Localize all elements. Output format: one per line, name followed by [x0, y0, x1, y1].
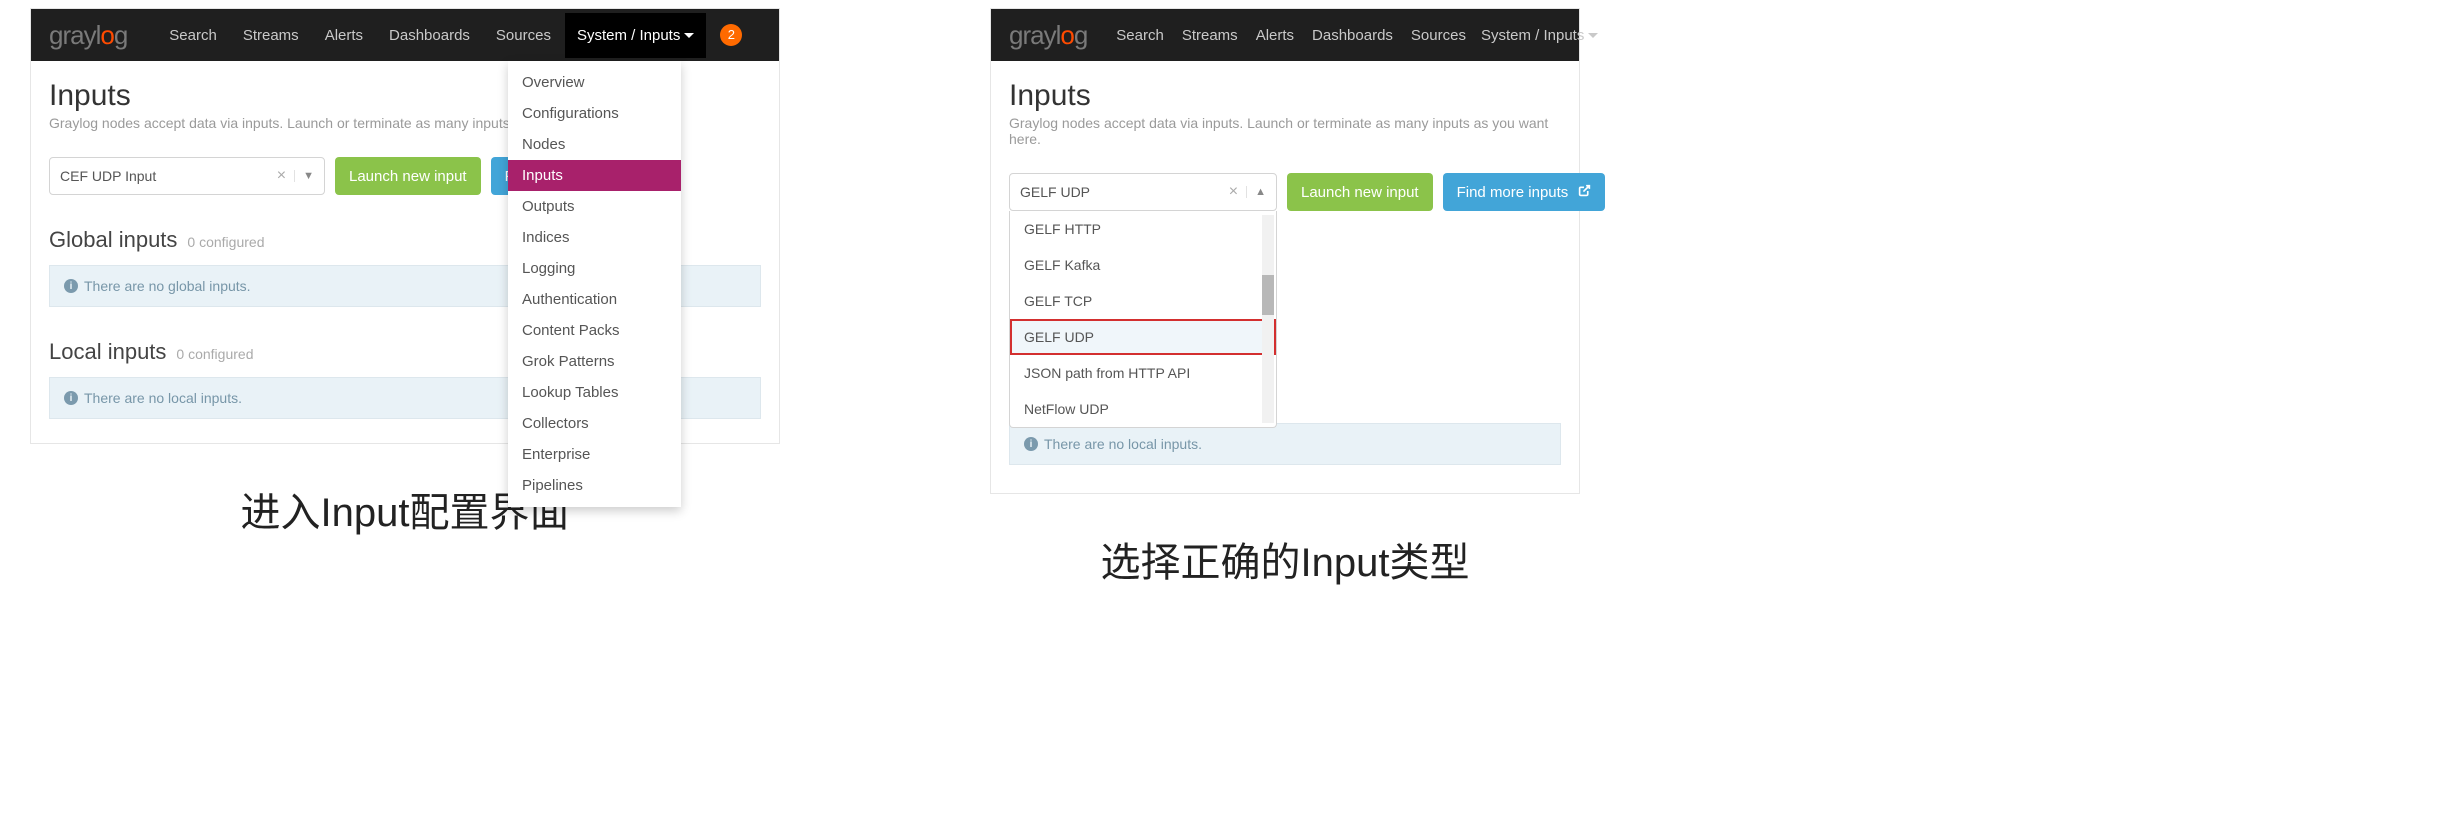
nav-dashboards[interactable]: Dashboards [1303, 13, 1402, 58]
info-icon: i [64, 391, 78, 405]
launch-input-button[interactable]: Launch new input [1287, 173, 1433, 211]
option-gelf-tcp[interactable]: GELF TCP [1010, 283, 1276, 319]
launch-input-button[interactable]: Launch new input [335, 157, 481, 195]
nav-system-inputs[interactable]: System / Inputs [1475, 13, 1604, 58]
dropdown-inputs[interactable]: Inputs [508, 160, 681, 191]
navbar: graylog Search Streams Alerts Dashboards… [31, 9, 779, 61]
nav-alerts[interactable]: Alerts [313, 13, 375, 58]
dropdown-authentication[interactable]: Authentication [508, 284, 681, 315]
nav-streams[interactable]: Streams [231, 13, 311, 58]
dropdown-outputs[interactable]: Outputs [508, 191, 681, 222]
caption-right: 选择正确的Input类型 [990, 530, 1580, 588]
nav-alerts[interactable]: Alerts [1247, 13, 1303, 58]
page-subtitle: Graylog nodes accept data via inputs. La… [1009, 115, 1561, 147]
notification-badge[interactable]: 2 [720, 24, 742, 46]
dropdown-nodes[interactable]: Nodes [508, 129, 681, 160]
brand-logo: graylog [1009, 20, 1087, 51]
info-icon: i [64, 279, 78, 293]
option-gelf-kafka[interactable]: GELF Kafka [1010, 247, 1276, 283]
dropdown-collectors[interactable]: Collectors [508, 408, 681, 439]
external-link-icon [1578, 184, 1591, 201]
dropdown-content-packs[interactable]: Content Packs [508, 315, 681, 346]
find-more-inputs-button[interactable]: Find more inputs [1443, 173, 1606, 211]
chevron-down-icon[interactable]: ▼ [294, 170, 314, 182]
option-json-path[interactable]: JSON path from HTTP API [1010, 355, 1276, 391]
input-type-select[interactable]: CEF UDP Input × ▼ [49, 157, 325, 195]
dropdown-pipelines[interactable]: Pipelines [508, 470, 681, 501]
nav-sources[interactable]: Sources [484, 13, 563, 58]
dropdown-enterprise[interactable]: Enterprise [508, 439, 681, 470]
dropdown-lookup-tables[interactable]: Lookup Tables [508, 377, 681, 408]
local-inputs-count: 0 configured [176, 346, 253, 362]
info-icon: i [1024, 437, 1038, 451]
nav-search[interactable]: Search [157, 13, 229, 58]
select-value: GELF UDP [1020, 184, 1090, 200]
option-netflow-udp[interactable]: NetFlow UDP [1010, 391, 1276, 427]
nav-sources[interactable]: Sources [1402, 13, 1475, 58]
input-type-select[interactable]: GELF UDP × ▲ [1009, 173, 1277, 211]
dropdown-indices[interactable]: Indices [508, 222, 681, 253]
chevron-up-icon[interactable]: ▲ [1246, 186, 1266, 198]
option-gelf-http[interactable]: GELF HTTP [1010, 211, 1276, 247]
option-gelf-udp[interactable]: GELF UDP [1010, 319, 1276, 355]
nav-search[interactable]: Search [1107, 13, 1173, 58]
select-value: CEF UDP Input [60, 168, 156, 184]
dropdown-grok-patterns[interactable]: Grok Patterns [508, 346, 681, 377]
brand-logo: graylog [49, 20, 127, 51]
clear-icon[interactable]: × [269, 167, 294, 185]
scrollbar[interactable] [1262, 215, 1274, 423]
nav-streams[interactable]: Streams [1173, 13, 1247, 58]
input-type-options[interactable]: GELF HTTP GELF Kafka GELF TCP GELF UDP J… [1009, 211, 1277, 428]
system-dropdown[interactable]: Overview Configurations Nodes Inputs Out… [508, 61, 681, 507]
local-inputs-empty: i There are no local inputs. [1009, 423, 1561, 465]
scrollbar-thumb[interactable] [1262, 275, 1274, 315]
nav-system-inputs[interactable]: System / Inputs [565, 13, 706, 58]
page-title: Inputs [1009, 79, 1561, 113]
nav-dashboards[interactable]: Dashboards [377, 13, 482, 58]
navbar: graylog Search Streams Alerts Dashboards… [991, 9, 1579, 61]
chevron-down-icon [1588, 33, 1598, 38]
dropdown-logging[interactable]: Logging [508, 253, 681, 284]
global-inputs-count: 0 configured [187, 234, 264, 250]
chevron-down-icon [684, 33, 694, 38]
dropdown-overview[interactable]: Overview [508, 67, 681, 98]
dropdown-configurations[interactable]: Configurations [508, 98, 681, 129]
clear-icon[interactable]: × [1221, 183, 1246, 201]
